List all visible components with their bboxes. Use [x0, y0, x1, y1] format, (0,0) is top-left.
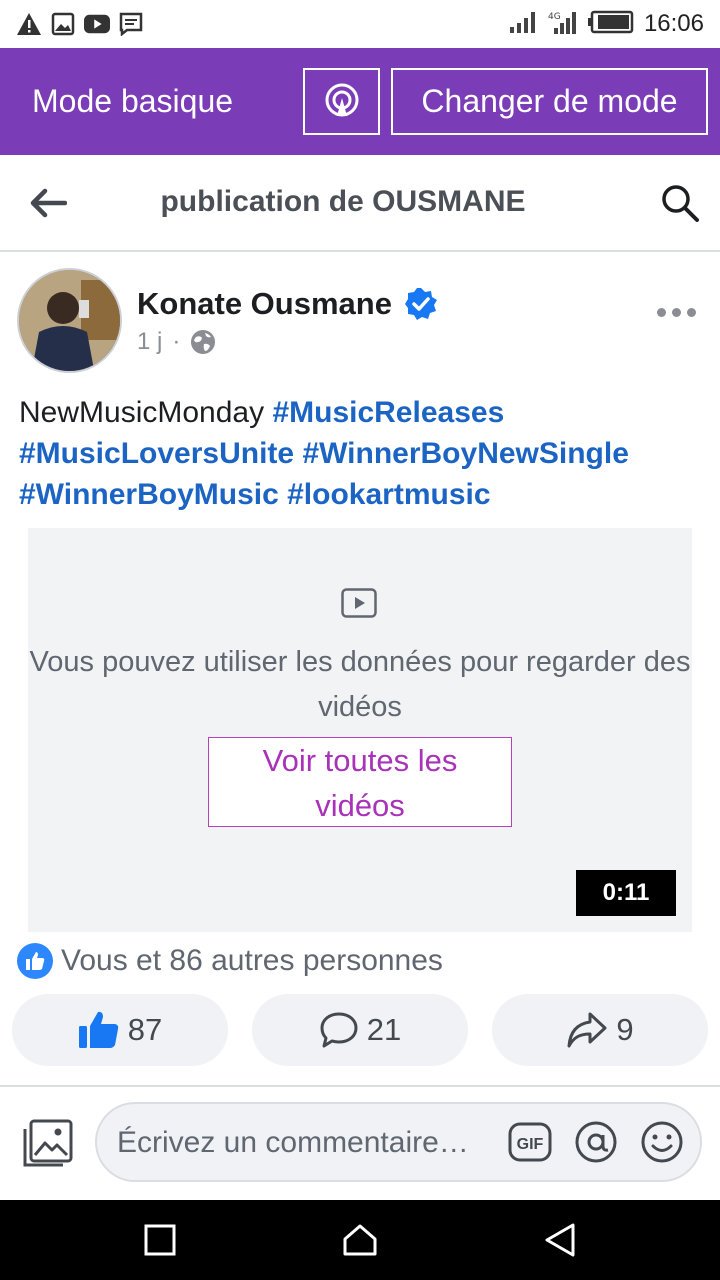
like-badge-icon: [17, 943, 53, 979]
svg-text:4G: 4G: [548, 12, 561, 22]
divider: [0, 1085, 720, 1087]
signal-icon: [509, 11, 538, 38]
avatar[interactable]: [17, 268, 122, 373]
hashtag-link[interactable]: #MusicReleases: [272, 396, 504, 429]
video-duration: 0:11: [576, 870, 676, 916]
back-nav-button[interactable]: [540, 1220, 580, 1260]
verified-badge-icon: [404, 288, 437, 320]
gif-icon: GIF: [508, 1122, 552, 1162]
mode-label: Mode basique: [32, 83, 234, 119]
hashtag-link[interactable]: #WinnerBoyMusic: [19, 478, 279, 511]
smiley-icon: [641, 1121, 683, 1163]
video-placeholder[interactable]: Vous pouvez utiliser les données pour re…: [28, 528, 692, 932]
like-count: 87: [127, 1012, 163, 1047]
search-button[interactable]: [658, 181, 702, 225]
emoji-button[interactable]: [640, 1120, 684, 1164]
post-plain-text: NewMusicMonday: [19, 396, 265, 429]
system-nav-bar: [0, 1200, 720, 1280]
comment-count: 21: [366, 1012, 402, 1047]
change-mode-button[interactable]: Changer de mode: [391, 68, 708, 135]
comment-input[interactable]: Écrivez un commentaire… GIF: [95, 1102, 702, 1182]
warning-icon: [16, 11, 42, 37]
status-time: 16:06: [643, 10, 704, 37]
status-bar: 4G 16:06: [0, 0, 720, 48]
more-dot-icon: [686, 307, 696, 317]
reactions-text: Vous et 86 autres personnes: [61, 944, 443, 977]
message-icon: [118, 11, 144, 37]
more-dot-icon: [671, 307, 681, 317]
post-meta: 1 j ·: [137, 328, 216, 356]
comment-button[interactable]: 21: [252, 994, 468, 1066]
signal-2-icon: 4G: [548, 10, 578, 39]
comment-placeholder: Écrivez un commentaire…: [117, 1126, 469, 1159]
mention-button[interactable]: [574, 1120, 618, 1164]
youtube-icon: [84, 11, 110, 37]
globe-icon: [191, 330, 216, 354]
broadcast-icon: [325, 83, 358, 116]
more-dot-icon: [656, 307, 666, 317]
page-title: publication de OUSMANE: [160, 185, 526, 218]
meta-separator: ·: [172, 328, 181, 355]
search-icon: [662, 185, 699, 222]
mode-bar: Mode basique Changer de mode: [0, 48, 720, 155]
battery-icon: [587, 10, 634, 39]
reactions-summary[interactable]: Vous et 86 autres personnes: [17, 941, 443, 981]
more-options-button[interactable]: [654, 300, 698, 324]
post-text: NewMusicMonday #MusicReleases #MusicLove…: [19, 392, 709, 515]
post-author[interactable]: Konate Ousmane: [137, 286, 438, 322]
add-photo-button[interactable]: [20, 1116, 74, 1170]
share-button[interactable]: 9: [492, 994, 708, 1066]
photo-icon: [23, 1119, 73, 1167]
share-count: 9: [616, 1012, 634, 1047]
gif-label: GIF: [517, 1136, 544, 1153]
hashtag-link[interactable]: #MusicLoversUnite: [19, 437, 294, 470]
comment-icon: [320, 1012, 358, 1048]
page-header: publication de OUSMANE: [0, 155, 720, 252]
home-icon: [343, 1224, 377, 1256]
triangle-back-icon: [545, 1223, 575, 1257]
square-icon: [144, 1224, 176, 1256]
hashtag-link[interactable]: #WinnerBoyNewSingle: [302, 437, 628, 470]
see-all-videos-button[interactable]: Voir toutes les vidéos: [208, 737, 512, 827]
video-play-icon: [341, 588, 377, 618]
at-sign-icon: [575, 1121, 617, 1163]
like-button[interactable]: 87: [12, 994, 228, 1066]
gif-button[interactable]: GIF: [508, 1120, 552, 1164]
broadcast-button[interactable]: [303, 68, 380, 135]
recent-apps-button[interactable]: [140, 1220, 180, 1260]
author-name[interactable]: Konate Ousmane: [137, 286, 392, 322]
share-arrow-icon: [567, 1012, 607, 1048]
thumbs-up-icon: [78, 1011, 118, 1048]
home-button[interactable]: [340, 1220, 380, 1260]
image-icon: [50, 11, 76, 37]
video-data-message: Vous pouvez utiliser les données pour re…: [29, 646, 691, 723]
post-time[interactable]: 1 j: [137, 328, 162, 356]
hashtag-link[interactable]: #lookartmusic: [287, 478, 490, 511]
post-actions: 87 21 9: [12, 994, 708, 1066]
